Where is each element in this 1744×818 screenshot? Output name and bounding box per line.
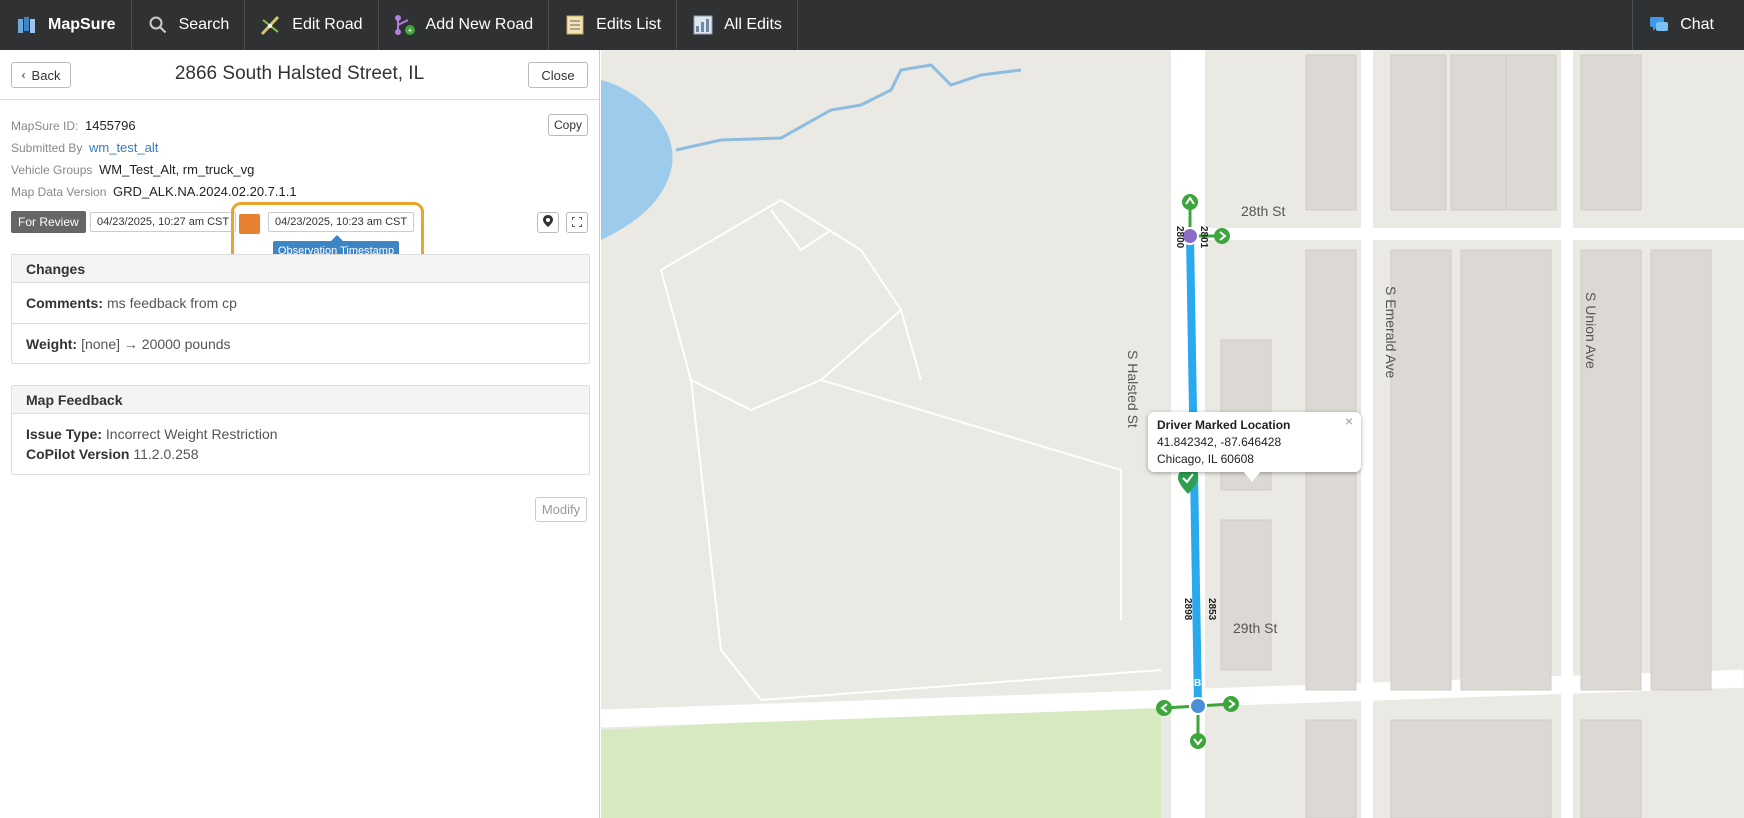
- popup-close-icon[interactable]: ×: [1345, 413, 1353, 430]
- all-edits-label: All Edits: [724, 16, 782, 33]
- edits-list-label: Edits List: [596, 16, 662, 33]
- nav-chat[interactable]: Chat: [1632, 0, 1744, 50]
- submitted-by-row: Submitted By wm_test_alt: [11, 137, 297, 159]
- copilot-version-label: CoPilot Version: [26, 446, 130, 462]
- edits-list-icon: [564, 14, 586, 36]
- weight-label: Weight:: [26, 335, 78, 352]
- mapsure-id-label: MapSure ID:: [11, 119, 79, 133]
- popup-coordinates: 41.842342, -87.646428: [1157, 435, 1282, 449]
- map-pin-icon: [543, 215, 553, 230]
- 28th-road: [1201, 228, 1744, 240]
- submitted-timestamp: 04/23/2025, 10:27 am CST: [90, 212, 237, 232]
- marker-b: [1189, 697, 1207, 715]
- street-28th-label: 28th St: [1241, 203, 1286, 219]
- add-new-road-label: Add New Road: [425, 16, 534, 33]
- street-29th-label: 29th St: [1233, 620, 1278, 636]
- issue-type-label: Issue Type:: [26, 426, 102, 442]
- locate-on-map-button[interactable]: [537, 212, 559, 233]
- mapsure-id-value: 1455796: [84, 118, 136, 133]
- page-title: 2866 South Halsted Street, IL: [174, 63, 425, 84]
- popup-city: Chicago, IL 60608: [1157, 452, 1254, 466]
- mapsure-logo-icon: [16, 14, 38, 36]
- map-data-version-row: Map Data Version GRD_ALK.NA.2024.02.20.7…: [11, 181, 297, 203]
- road-label-2898: 2898: [1182, 598, 1193, 621]
- map-data-version-label: Map Data Version: [11, 185, 107, 199]
- road-label-2853: 2853: [1206, 598, 1217, 621]
- popup-title: Driver Marked Location: [1157, 418, 1291, 432]
- road-label-2800: 2800: [1174, 226, 1185, 249]
- vehicle-groups-value: WM_Test_Alt, rm_truck_vg: [99, 162, 255, 177]
- issue-type-row: Issue Type: Incorrect Weight Restriction: [26, 424, 575, 444]
- nav-all-edits[interactable]: All Edits: [677, 0, 798, 50]
- marker-a-label: A: [1182, 208, 1190, 219]
- map-data-version-value: GRD_ALK.NA.2024.02.20.7.1.1: [113, 184, 297, 199]
- modify-button[interactable]: Modify: [535, 497, 587, 522]
- add-road-icon: +: [394, 14, 416, 36]
- search-icon: [147, 14, 169, 36]
- nav-edits-list[interactable]: Edits List: [549, 0, 678, 50]
- copilot-version-value: 11.2.0.258: [133, 446, 199, 462]
- chat-label: Chat: [1680, 16, 1714, 33]
- all-edits-icon: [692, 14, 714, 36]
- street-emerald-label: S Emerald Ave: [1383, 286, 1399, 379]
- comments-label: Comments:: [26, 295, 104, 311]
- comments-value: ms feedback from cp: [107, 295, 237, 311]
- copy-button[interactable]: Copy: [548, 114, 588, 136]
- edit-detail-panel: ‹ Back 2866 South Halsted Street, IL Clo…: [0, 50, 600, 818]
- map-feedback-card: Map Feedback Issue Type: Incorrect Weigh…: [11, 385, 590, 475]
- submitted-by-link[interactable]: wm_test_alt: [89, 140, 158, 155]
- vehicle-groups-row: Vehicle Groups WM_Test_Alt, rm_truck_vg: [11, 159, 297, 181]
- union-road: [1561, 50, 1573, 818]
- close-button[interactable]: Close: [528, 62, 588, 88]
- map-feedback-heading: Map Feedback: [12, 386, 589, 414]
- comments-row: Comments: ms feedback from cp: [12, 283, 589, 323]
- expand-icon: [571, 215, 583, 230]
- issue-type-value: Incorrect Weight Restriction: [105, 426, 278, 442]
- weight-value: [none] → 20000 pounds: [81, 335, 231, 352]
- nav-search[interactable]: Search: [132, 0, 246, 50]
- status-badge: For Review: [11, 211, 86, 233]
- marker-b-label: B: [1194, 678, 1202, 689]
- edit-road-icon: [260, 14, 282, 36]
- panel-header: ‹ Back 2866 South Halsted Street, IL Clo…: [0, 50, 599, 100]
- chat-icon: [1648, 14, 1670, 36]
- emerald-road: [1361, 50, 1373, 818]
- changes-heading: Changes: [12, 255, 589, 283]
- street-union-label: S Union Ave: [1583, 292, 1599, 369]
- mapsure-id-row: MapSure ID: 1455796: [11, 115, 297, 137]
- search-label: Search: [178, 16, 230, 33]
- vehicle-groups-label: Vehicle Groups: [11, 163, 93, 177]
- street-halsted-label: S Halsted St: [1125, 350, 1141, 428]
- nav-edit-road[interactable]: Edit Road: [245, 0, 379, 50]
- edit-metadata: MapSure ID: 1455796 Submitted By wm_test…: [11, 115, 297, 203]
- nav-add-new-road[interactable]: + Add New Road: [379, 0, 550, 50]
- changes-card: Changes Comments: ms feedback from cp We…: [11, 254, 590, 364]
- feedback-details: Issue Type: Incorrect Weight Restriction…: [12, 414, 589, 464]
- brand-label: MapSure: [48, 16, 116, 33]
- nav-brand[interactable]: MapSure: [0, 0, 132, 50]
- top-nav-bar: MapSure Search Edit Road + Add New Road …: [0, 0, 1744, 50]
- road-label-2801: 2801: [1198, 226, 1209, 249]
- copilot-version-row: CoPilot Version 11.2.0.258: [26, 444, 575, 464]
- expand-button[interactable]: [566, 212, 588, 233]
- submitted-by-label: Submitted By: [11, 141, 83, 155]
- driver-location-popup: × Driver Marked Location 41.842342, -87.…: [1148, 412, 1361, 482]
- svg-text:+: +: [407, 26, 412, 36]
- weight-row: Weight: [none] → 20000 pounds: [12, 323, 589, 363]
- edit-road-label: Edit Road: [292, 16, 363, 33]
